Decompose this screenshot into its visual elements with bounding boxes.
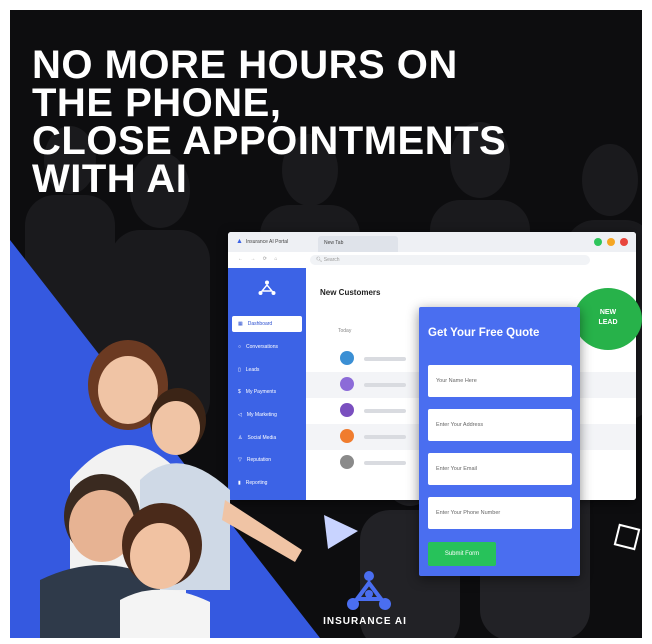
badge-line: LEAD bbox=[598, 319, 618, 326]
placeholder-bar bbox=[364, 461, 406, 465]
browser-tab[interactable]: New Tab bbox=[318, 236, 398, 252]
search-icon: 🔍︎ bbox=[316, 257, 323, 263]
today-label: Today bbox=[338, 328, 352, 334]
app-identity: ▲ Insurance AI Portal bbox=[236, 238, 288, 245]
quote-form: Get Your Free Quote Your Name Here Enter… bbox=[419, 307, 580, 576]
maximize-dot[interactable] bbox=[594, 238, 602, 246]
avatar bbox=[340, 351, 354, 365]
grid-icon: ▦ bbox=[238, 321, 243, 327]
search-placeholder: Search bbox=[323, 257, 340, 263]
brand-name: INSURANCE AI bbox=[323, 616, 407, 627]
avatar bbox=[340, 403, 354, 417]
form-title: Get Your Free Quote bbox=[428, 327, 540, 339]
submit-button[interactable]: Submit Form bbox=[428, 542, 496, 566]
placeholder-bar bbox=[364, 409, 406, 413]
sidebar-item-label: Dashboard bbox=[247, 321, 273, 327]
address-bar: ← → ⟳ ⌂ 🔍︎ Search bbox=[228, 252, 636, 269]
family-photo bbox=[40, 340, 302, 638]
minimize-dot[interactable] bbox=[607, 238, 615, 246]
brand-logo-icon bbox=[347, 571, 391, 610]
browser-titlebar: ▲ Insurance AI Portal New Tab bbox=[228, 232, 636, 252]
avatar bbox=[340, 429, 354, 443]
close-dot[interactable] bbox=[620, 238, 628, 246]
avatar bbox=[340, 377, 354, 391]
search-input[interactable]: 🔍︎ Search bbox=[310, 255, 590, 265]
placeholder-bar bbox=[364, 357, 406, 361]
new-lead-badge: NEW LEAD bbox=[574, 288, 642, 350]
warning-logo-icon: ▲ bbox=[236, 238, 243, 245]
play-icon bbox=[324, 515, 358, 549]
placeholder-bar bbox=[364, 383, 406, 387]
nav-buttons[interactable]: ← → ⟳ ⌂ bbox=[238, 256, 280, 262]
address-field[interactable]: Enter Your Address bbox=[428, 409, 572, 441]
avatar bbox=[340, 455, 354, 469]
app-name: Insurance AI Portal bbox=[245, 238, 289, 245]
brand-logo-icon bbox=[258, 280, 276, 295]
placeholder-bar bbox=[364, 435, 406, 439]
name-field[interactable]: Your Name Here bbox=[428, 365, 572, 397]
page-title: New Customers bbox=[320, 288, 381, 297]
window-controls bbox=[594, 238, 628, 246]
email-field[interactable]: Enter Your Email bbox=[428, 453, 572, 485]
phone-field[interactable]: Enter Your Phone Number bbox=[428, 497, 572, 529]
badge-line: NEW bbox=[599, 309, 617, 316]
